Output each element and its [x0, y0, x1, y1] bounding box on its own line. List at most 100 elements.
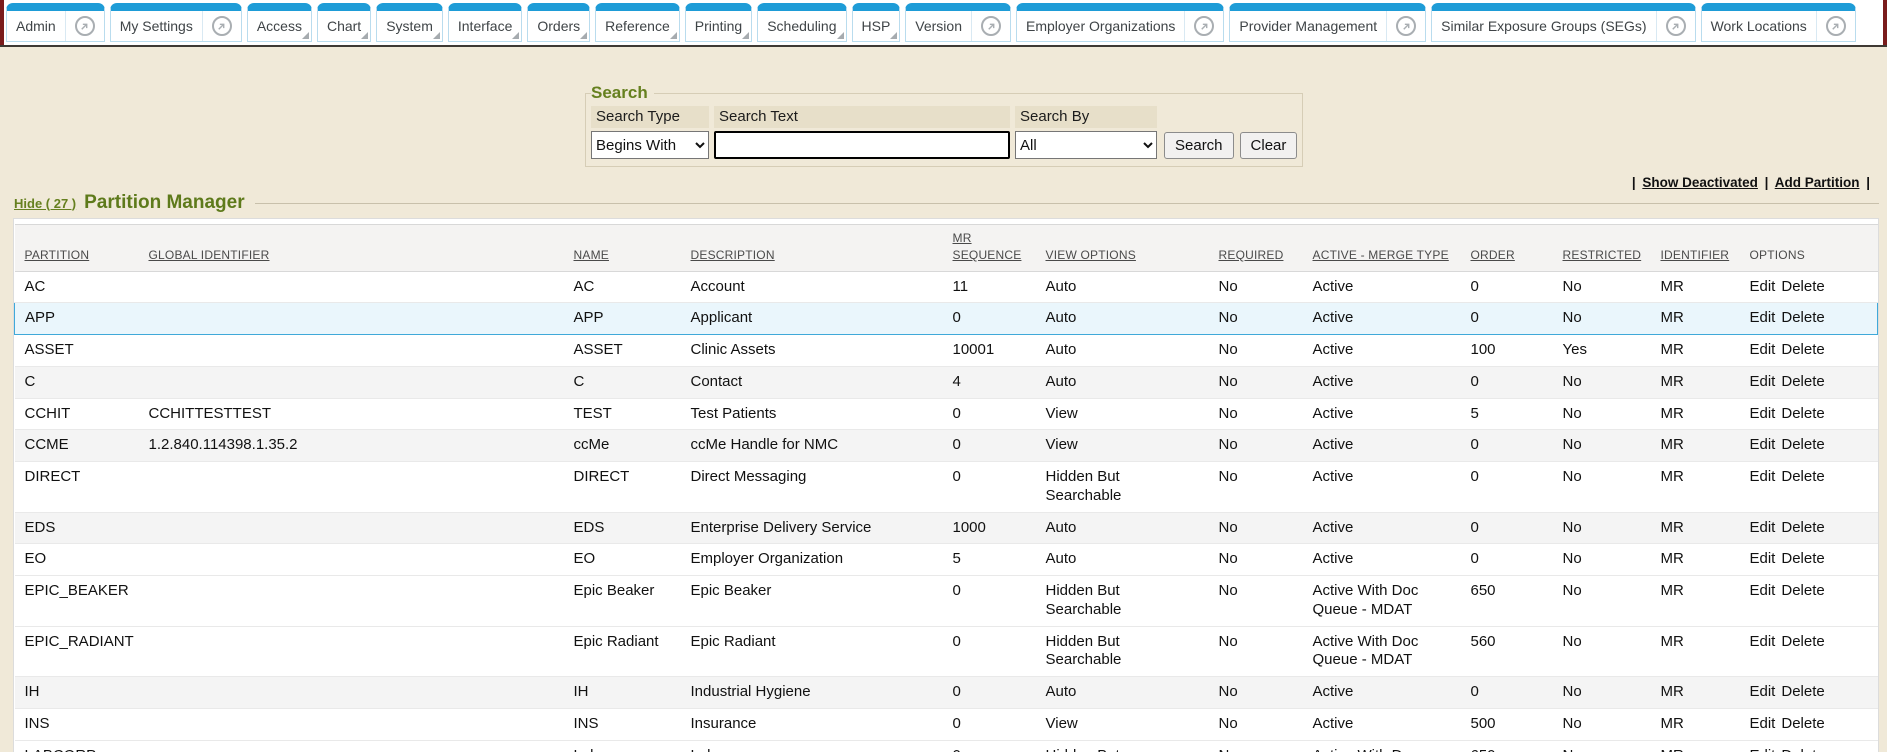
tab-hsp[interactable]: HSP — [852, 3, 901, 42]
delete-link[interactable]: Delete — [1781, 405, 1824, 422]
cell-value: MR — [1661, 341, 1684, 358]
delete-link[interactable]: Delete — [1781, 582, 1824, 599]
popout-button[interactable] — [202, 11, 232, 41]
tab-my-settings[interactable]: My Settings — [110, 3, 242, 42]
delete-link[interactable]: Delete — [1781, 715, 1824, 732]
search-button[interactable]: Search — [1164, 132, 1234, 159]
delete-link[interactable]: Delete — [1781, 683, 1824, 700]
edit-link[interactable]: Edit — [1750, 468, 1776, 485]
edit-link[interactable]: Edit — [1750, 309, 1776, 326]
delete-link[interactable]: Delete — [1781, 373, 1824, 390]
table-row-eds[interactable]: EDSEDSEnterprise Delivery Service1000Aut… — [15, 512, 1878, 544]
tab-provider-management[interactable]: Provider Management — [1229, 3, 1426, 42]
delete-link[interactable]: Delete — [1781, 468, 1824, 485]
table-row-app[interactable]: APPAPPApplicant0AutoNoActive0NoMREditDel… — [15, 303, 1878, 335]
column-header-identifier[interactable]: IDENTIFIER — [1661, 225, 1750, 272]
column-header-name[interactable]: NAME — [574, 225, 691, 272]
table-row-eo[interactable]: EOEOEmployer Organization5AutoNoActive0N… — [15, 544, 1878, 576]
show-deactivated-link[interactable]: Show Deactivated — [1642, 175, 1758, 190]
table-row-ins[interactable]: INSINSInsurance0ViewNoActive500NoMREditD… — [15, 708, 1878, 740]
edit-link[interactable]: Edit — [1750, 633, 1776, 650]
column-header-label[interactable]: GLOBAL IDENTIFIER — [149, 248, 270, 262]
table-row-ih[interactable]: IHIHIndustrial Hygiene0AutoNoActive0NoMR… — [15, 677, 1878, 709]
column-header-label[interactable]: VIEW OPTIONS — [1046, 248, 1136, 262]
tab-version[interactable]: Version — [905, 3, 1011, 42]
tab-similar-exposure-groups-segs[interactable]: Similar Exposure Groups (SEGs) — [1431, 3, 1695, 42]
popout-button[interactable] — [65, 11, 95, 41]
column-header-label[interactable]: REQUIRED — [1219, 248, 1284, 262]
edit-link[interactable]: Edit — [1750, 278, 1776, 295]
cell-value: MR — [1661, 550, 1684, 567]
tab-orders[interactable]: Orders — [527, 3, 590, 42]
hide-count-link[interactable]: Hide ( 27 ) — [14, 196, 76, 211]
tab-system[interactable]: System — [376, 3, 443, 42]
column-header-partition[interactable]: PARTITION — [15, 225, 149, 272]
popout-button[interactable] — [1656, 11, 1686, 41]
tab-printing[interactable]: Printing — [685, 3, 752, 42]
column-header-restricted[interactable]: RESTRICTED — [1563, 225, 1661, 272]
edit-link[interactable]: Edit — [1750, 582, 1776, 599]
edit-link[interactable]: Edit — [1750, 715, 1776, 732]
tab-chart[interactable]: Chart — [317, 3, 371, 42]
popout-button[interactable] — [1386, 11, 1416, 41]
search-type-select[interactable]: Begins With — [591, 131, 709, 159]
edit-link[interactable]: Edit — [1750, 550, 1776, 567]
column-header-global_identifier[interactable]: GLOBAL IDENTIFIER — [149, 225, 574, 272]
column-header-required[interactable]: REQUIRED — [1219, 225, 1313, 272]
delete-link[interactable]: Delete — [1781, 550, 1824, 567]
cell-value: APP — [574, 309, 604, 326]
tab-employer-organizations[interactable]: Employer Organizations — [1016, 3, 1224, 42]
tab-scheduling[interactable]: Scheduling — [757, 3, 846, 42]
tab-admin[interactable]: Admin — [6, 3, 105, 42]
edit-link[interactable]: Edit — [1750, 341, 1776, 358]
table-row-epic-radiant[interactable]: EPIC_RADIANTEpic RadiantEpic Radiant0Hid… — [15, 626, 1878, 677]
table-row-direct[interactable]: DIRECTDIRECTDirect Messaging0Hidden But … — [15, 462, 1878, 513]
tab-reference[interactable]: Reference — [595, 3, 680, 42]
add-partition-link[interactable]: Add Partition — [1775, 175, 1860, 190]
edit-link[interactable]: Edit — [1750, 405, 1776, 422]
table-row-ccme[interactable]: CCME1.2.840.114398.1.35.2ccMeccMe Handle… — [15, 430, 1878, 462]
table-row-cchit[interactable]: CCHITCCHITTESTTESTTESTTest Patients0View… — [15, 398, 1878, 430]
tab-interface[interactable]: Interface — [448, 3, 522, 42]
column-header-label[interactable]: RESTRICTED — [1563, 248, 1642, 262]
tab-work-locations[interactable]: Work Locations — [1701, 3, 1856, 42]
popout-button[interactable] — [1184, 11, 1214, 41]
search-text-input[interactable] — [714, 131, 1010, 159]
cell-value: 4 — [953, 373, 961, 390]
column-header-label[interactable]: NAME — [574, 248, 609, 262]
edit-link[interactable]: Edit — [1750, 747, 1776, 752]
table-row-ac[interactable]: ACACAccount11AutoNoActive0NoMREditDelete — [15, 271, 1878, 303]
table-row-c[interactable]: CCContact4AutoNoActive0NoMREditDelete — [15, 366, 1878, 398]
column-header-label[interactable]: PARTITION — [25, 248, 90, 262]
delete-link[interactable]: Delete — [1781, 633, 1824, 650]
column-header-active_merge_type[interactable]: ACTIVE - MERGE TYPE — [1313, 225, 1471, 272]
tab-access[interactable]: Access — [247, 3, 312, 42]
table-row-labcorp[interactable]: LABCORPLabcorpLabcorp0Hidden But Searcha… — [15, 740, 1878, 752]
column-header-label[interactable]: IDENTIFIER — [1661, 248, 1730, 262]
column-header-label[interactable]: MR SEQUENCE — [953, 231, 1022, 262]
table-row-asset[interactable]: ASSETASSETClinic Assets10001AutoNoActive… — [15, 335, 1878, 367]
search-by-select[interactable]: All — [1015, 131, 1157, 159]
column-header-label[interactable]: ORDER — [1471, 248, 1515, 262]
table-row-epic-beaker[interactable]: EPIC_BEAKEREpic BeakerEpic Beaker0Hidden… — [15, 576, 1878, 627]
column-header-mr_sequence[interactable]: MR SEQUENCE — [953, 225, 1046, 272]
delete-link[interactable]: Delete — [1781, 309, 1824, 326]
delete-link[interactable]: Delete — [1781, 519, 1824, 536]
column-header-label[interactable]: DESCRIPTION — [691, 248, 775, 262]
popout-button[interactable] — [971, 11, 1001, 41]
clear-button[interactable]: Clear — [1240, 132, 1298, 159]
column-header-view_options[interactable]: VIEW OPTIONS — [1046, 225, 1219, 272]
delete-link[interactable]: Delete — [1781, 278, 1824, 295]
cell-value: 0 — [953, 405, 961, 422]
delete-link[interactable]: Delete — [1781, 747, 1824, 752]
edit-link[interactable]: Edit — [1750, 519, 1776, 536]
column-header-order[interactable]: ORDER — [1471, 225, 1563, 272]
column-header-label[interactable]: ACTIVE - MERGE TYPE — [1313, 248, 1449, 262]
edit-link[interactable]: Edit — [1750, 683, 1776, 700]
edit-link[interactable]: Edit — [1750, 373, 1776, 390]
column-header-description[interactable]: DESCRIPTION — [691, 225, 953, 272]
delete-link[interactable]: Delete — [1781, 436, 1824, 453]
delete-link[interactable]: Delete — [1781, 341, 1824, 358]
popout-button[interactable] — [1816, 11, 1846, 41]
edit-link[interactable]: Edit — [1750, 436, 1776, 453]
